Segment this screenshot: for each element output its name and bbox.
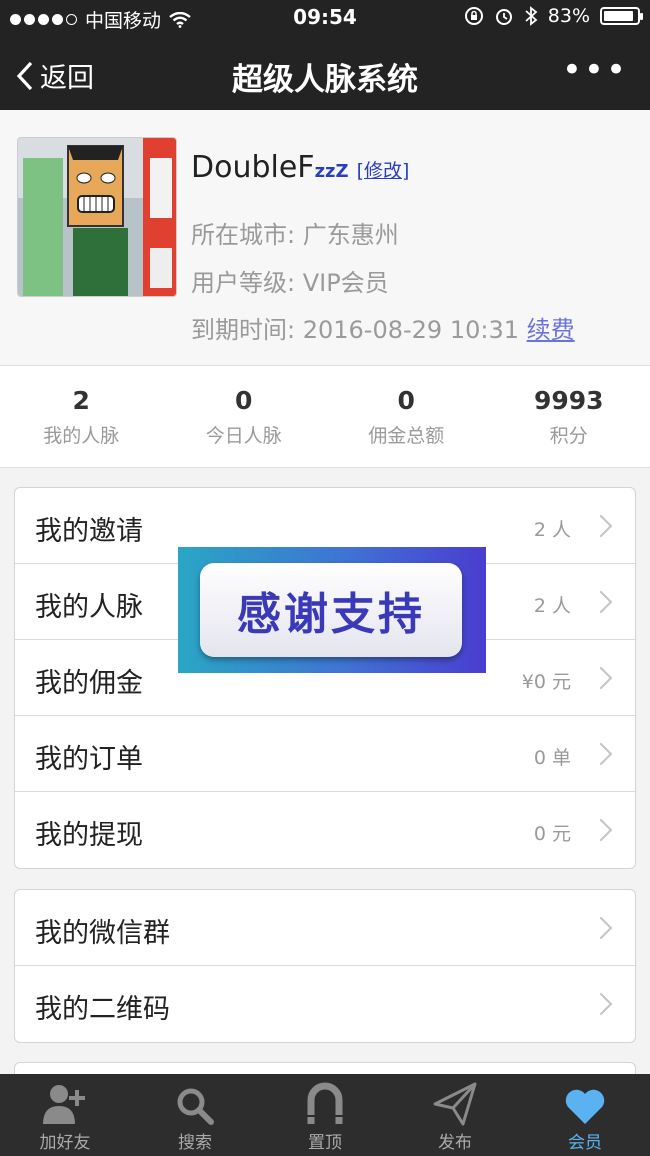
nav-bar: 返回 超级人脉系统 ••• [0,36,650,110]
rotation-lock-icon [464,7,483,25]
menu-group-social: 我的微信群 我的二维码 [14,889,636,1043]
menu-item-value: 0 单 [533,747,571,769]
expiry-row: 到期时间: 2016-08-29 10:31 续费 [191,310,575,345]
menu-item-label: 我的二维码 [35,994,170,1025]
stat-commission-total[interactable]: 0 佣金总额 [325,366,488,467]
avatar-image [18,138,176,296]
chevron-right-icon [589,992,613,1016]
city-info: 所在城市: 广东惠州 [191,221,399,249]
thanks-banner: 感谢支持 [178,547,486,673]
chevron-right-icon [589,666,613,690]
stats-bar: 2 我的人脉 0 今日人脉 0 佣金总额 9993 积分 [0,366,650,468]
profile-card: DoubleFzzZ [修改] 所在城市: 广东惠州 用户等级: VIP会员 到… [0,110,650,366]
menu-item-withdraw[interactable]: 我的提现 0 元 [15,792,635,868]
chevron-right-icon [589,590,613,614]
status-bar: 中国移动 09:54 83% [0,0,650,36]
level-info: 用户等级: VIP会员 [191,269,389,297]
menu-item-value: ¥0 元 [521,671,571,693]
tab-pin-top[interactable]: 置顶 [260,1074,390,1156]
user-name: DoubleFzzZ [191,150,349,185]
thanks-banner-text: 感谢支持 [237,589,425,640]
menu-item-value: 0 元 [533,823,571,845]
menu-item-qrcode[interactable]: 我的二维码 [15,966,635,1042]
bottom-tab-bar: 加好友 搜索 置顶 发布 会员 [0,1074,650,1156]
menu-item-label: 我的提现 [35,820,143,851]
menu-item-label: 我的订单 [35,744,143,775]
stat-label: 佣金总额 [368,425,445,447]
user-name-suffix: zzZ [314,161,349,182]
page-title: 超级人脉系统 [232,62,418,98]
stat-label: 今日人脉 [205,425,282,447]
tab-label: 会员 [568,1133,602,1153]
top-bar: 中国移动 09:54 83% 返回 超级人脉系统 ••• [0,0,650,110]
alarm-icon [495,9,512,25]
stat-points[interactable]: 9993 积分 [488,366,650,467]
name-row: DoubleFzzZ [修改] [191,150,409,185]
edit-profile-link[interactable]: [修改] [357,156,410,183]
stat-label: 积分 [549,425,588,447]
add-friend-icon [43,1085,85,1124]
tab-add-friend[interactable]: 加好友 [0,1074,130,1156]
menu-item-label: 我的佣金 [35,668,143,699]
menu-item-wechat-groups[interactable]: 我的微信群 [15,890,635,966]
chevron-right-icon [589,514,613,538]
search-icon [177,1088,214,1125]
battery-percent: 83% [547,5,590,27]
renew-link[interactable]: 续费 [527,316,575,344]
tab-label: 搜索 [178,1133,212,1153]
menu-item-orders[interactable]: 我的订单 0 单 [15,716,635,792]
tab-label: 置顶 [308,1133,342,1153]
expiry-info: 到期时间: 2016-08-29 10:31 [191,316,519,344]
stat-value: 2 [72,386,90,415]
menu-group-account: 我的邀请 2 人 我的人脉 2 人 我的佣金 ¥0 元 我的订单 0 单 我的提… [14,487,636,869]
chevron-right-icon [589,916,613,940]
paper-plane-icon [433,1082,477,1126]
menu-item-value: 2 人 [533,519,571,541]
thanks-banner-card: 感谢支持 [200,563,462,657]
stat-label: 我的人脉 [43,425,120,447]
avatar[interactable] [17,137,177,297]
menu-item-label: 我的邀请 [35,516,143,547]
stat-today-contacts[interactable]: 0 今日人脉 [163,366,326,467]
tab-publish[interactable]: 发布 [390,1074,520,1156]
tab-search[interactable]: 搜索 [130,1074,260,1156]
tab-member[interactable]: 会员 [520,1074,650,1156]
battery-icon [600,7,643,25]
more-menu-button[interactable]: ••• [562,50,628,90]
stat-value: 0 [235,386,253,415]
bluetooth-icon [525,6,538,26]
stat-my-contacts[interactable]: 2 我的人脉 [0,366,163,467]
tab-label: 发布 [438,1133,472,1153]
chevron-right-icon [589,818,613,842]
chevron-right-icon [589,742,613,766]
status-right: 83% [464,5,643,27]
menu-item-value: 2 人 [533,595,571,617]
stat-value: 0 [397,386,415,415]
menu-item-label: 我的微信群 [35,918,170,949]
tab-label: 加好友 [39,1133,91,1153]
menu-item-label: 我的人脉 [35,592,143,623]
heart-icon [565,1089,605,1124]
stat-value: 9993 [533,386,604,415]
magnet-icon [307,1082,343,1124]
